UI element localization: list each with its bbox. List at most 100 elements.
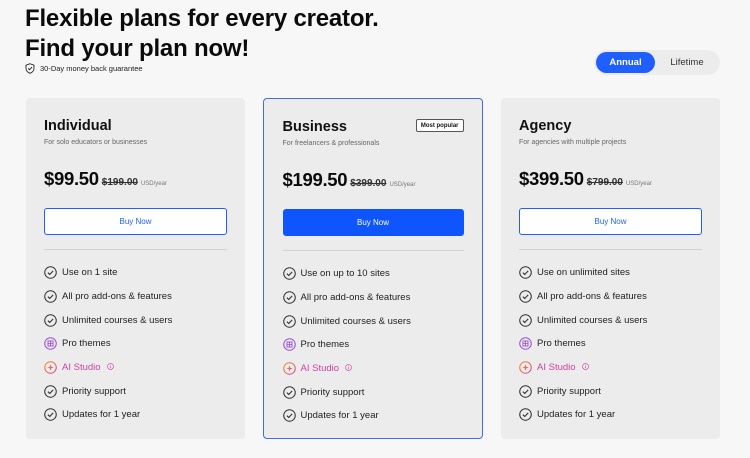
check-circle-icon [282, 386, 296, 399]
plan-price: $199.50 [282, 169, 348, 190]
feature-item: Pro themes [44, 332, 172, 356]
check-circle-icon [44, 385, 57, 398]
check-circle-icon [282, 291, 296, 304]
ai-studio-icon [519, 361, 532, 374]
divider [519, 249, 702, 250]
feature-text: Use on 1 site [62, 267, 118, 279]
feature-item: Use on up to 10 sites [282, 262, 411, 286]
check-circle-icon [282, 409, 296, 423]
ai-studio-icon [44, 361, 57, 374]
billing-period-toggle: Annual Lifetime [594, 50, 720, 75]
check-circle-icon [519, 385, 532, 398]
feature-text: Updates for 1 year [537, 409, 616, 421]
plan-card-individual: Individual For solo educators or busines… [26, 98, 245, 439]
feature-item: Pro themes [282, 333, 411, 357]
check-circle-icon [282, 314, 296, 328]
title-line-2: Find your plan now! [25, 35, 250, 62]
ai-studio-icon [282, 362, 296, 375]
check-circle-icon [519, 408, 532, 422]
plan-name: Agency [519, 118, 572, 134]
toggle-annual[interactable]: Annual [596, 52, 655, 73]
check-circle-icon [44, 408, 57, 422]
theme-icon [282, 338, 296, 352]
title-line-1: Flexible plans for every creator. [25, 5, 379, 32]
feature-text: AI Studio [62, 362, 101, 374]
feature-item: Priority support [519, 379, 647, 403]
plan-price: $99.50 [44, 168, 99, 189]
feature-item: Updates for 1 year [519, 403, 647, 427]
feature-item: AI Studio [44, 356, 172, 380]
most-popular-badge: Most popular [415, 119, 464, 132]
price-unit: USD/year [389, 182, 416, 188]
toggle-lifetime[interactable]: Lifetime [658, 52, 716, 73]
feature-text: Priority support [537, 385, 601, 397]
feature-item: Use on unlimited sites [519, 261, 647, 285]
feature-item: Unlimited courses & users [44, 308, 172, 332]
feature-item: Pro themes [519, 332, 647, 356]
feature-list: Use on 1 site All pro add-ons & features U… [44, 261, 172, 427]
check-circle-icon [44, 266, 57, 280]
divider [282, 250, 464, 251]
feature-item: Unlimited courses & users [282, 309, 411, 333]
plan-price: $399.50 [519, 168, 584, 189]
buy-now-button[interactable]: Buy Now [519, 208, 702, 235]
plan-description: For freelancers & professionals [282, 140, 380, 147]
feature-text: Unlimited courses & users [62, 314, 173, 326]
shield-check-icon [25, 63, 35, 74]
plan-name: Business [282, 119, 347, 135]
feature-text: All pro add-ons & features [62, 291, 172, 303]
feature-item: Unlimited courses & users [519, 308, 647, 332]
plan-old-price: $399.00 [350, 178, 387, 189]
feature-text: Pro themes [300, 339, 350, 351]
price-row: $399.50 $799.00 USD/year [519, 168, 652, 190]
check-circle-icon [519, 290, 532, 303]
feature-text: Priority support [62, 385, 126, 397]
buy-now-button[interactable]: Buy Now [44, 208, 227, 235]
feature-item: Use on 1 site [44, 261, 172, 285]
price-row: $199.50 $399.00 USD/year [283, 169, 416, 191]
price-unit: USD/year [140, 181, 167, 187]
feature-item: All pro add-ons & features [519, 285, 647, 309]
plan-description: For solo educators or businesses [44, 139, 148, 146]
check-circle-icon [282, 267, 296, 281]
feature-list: Use on unlimited sites All pro add-ons & … [519, 261, 647, 427]
money-back-guarantee: 30-Day money back guarantee [25, 63, 143, 74]
info-icon[interactable] [106, 362, 114, 373]
feature-text: Unlimited courses & users [300, 315, 411, 327]
check-circle-icon [44, 313, 57, 327]
feature-text: Priority support [300, 386, 365, 398]
feature-text: Unlimited courses & users [537, 314, 648, 326]
price-unit: USD/year [625, 181, 652, 187]
info-icon[interactable] [581, 362, 589, 373]
feature-item: All pro add-ons & features [282, 286, 411, 310]
feature-text: Updates for 1 year [300, 410, 379, 422]
plan-old-price: $199.00 [101, 177, 138, 188]
feature-text: Updates for 1 year [62, 409, 141, 421]
feature-item: Updates for 1 year [282, 404, 411, 428]
divider [44, 249, 227, 250]
feature-item: Updates for 1 year [44, 403, 172, 427]
plan-card-business: Business Most popular For freelancers & … [263, 98, 483, 439]
price-row: $99.50 $199.00 USD/year [44, 168, 167, 190]
guarantee-text: 30-Day money back guarantee [40, 64, 143, 73]
buy-now-button[interactable]: Buy Now [282, 209, 464, 236]
info-icon[interactable] [344, 363, 352, 374]
check-circle-icon [519, 266, 532, 280]
feature-item: Priority support [282, 380, 411, 404]
feature-text: AI Studio [300, 363, 340, 375]
feature-text: Pro themes [537, 338, 586, 350]
check-circle-icon [519, 313, 532, 327]
feature-text: AI Studio [537, 362, 576, 374]
pricing-page: Flexible plans for every creator. Find y… [0, 0, 750, 458]
feature-text: Use on unlimited sites [537, 267, 630, 279]
feature-item: Priority support [44, 379, 172, 403]
feature-text: All pro add-ons & features [537, 291, 647, 303]
feature-list: Use on up to 10 sites All pro add-ons & f… [282, 262, 411, 428]
check-circle-icon [44, 290, 57, 303]
page-title: Flexible plans for every creator. Find y… [25, 4, 379, 64]
plan-description: For agencies with multiple projects [519, 139, 627, 146]
plan-name: Individual [44, 118, 112, 134]
plan-card-agency: Agency For agencies with multiple projec… [501, 98, 720, 439]
feature-text: Pro themes [62, 338, 111, 350]
feature-item: AI Studio [282, 357, 411, 381]
